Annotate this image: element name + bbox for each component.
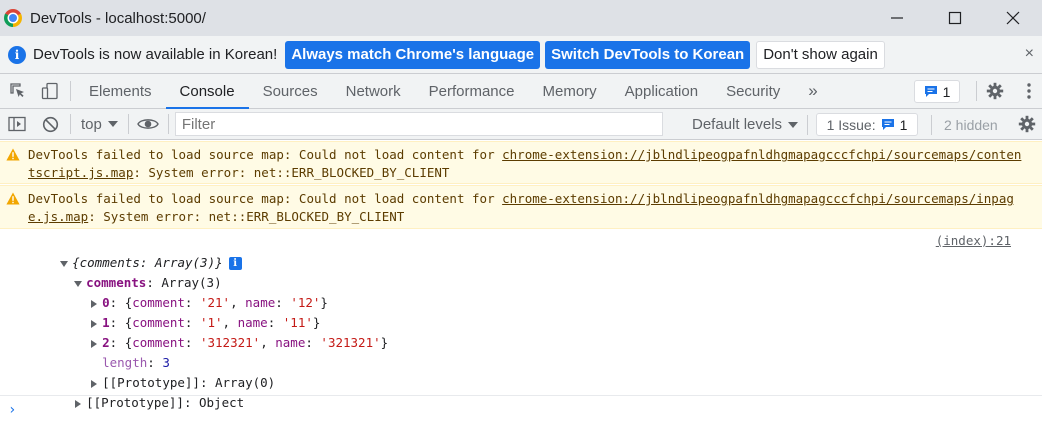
warning-text: DevTools failed to load source map: Coul… <box>28 147 503 162</box>
dropdown-arrow-icon <box>788 121 799 128</box>
dropdown-arrow-icon <box>107 121 118 127</box>
title-bar: DevTools - localhost:5000/ <box>0 0 1042 36</box>
console-toolbar: top Default levels 1 Issue: 1 2 hidden <box>0 109 1042 140</box>
eye-icon <box>137 119 160 129</box>
language-infobar: i DevTools is now available in Korean! A… <box>0 36 1042 74</box>
tab-network[interactable]: Network <box>332 74 415 108</box>
minimize-icon <box>891 17 903 19</box>
console-warning-message: DevTools failed to load source map: Coul… <box>0 141 1042 184</box>
toolbar-divider <box>167 114 169 134</box>
tab-memory[interactable]: Memory <box>529 74 611 108</box>
array-item-row[interactable]: 1: {comment: '1', name: '11'} <box>60 293 320 330</box>
maximize-icon <box>948 11 962 25</box>
console-prompt-row[interactable]: › <box>0 395 1042 423</box>
issues-counter-button[interactable]: 1 <box>914 80 960 103</box>
console-log-message: (index):21 {comments: Array(3)} i comment… <box>0 229 1042 410</box>
source-location-link[interactable]: (index):21 <box>936 233 1011 248</box>
tab-elements[interactable]: Elements <box>75 74 166 108</box>
tab-application[interactable]: Application <box>611 74 712 108</box>
array-item-row[interactable]: 0: {comment: '21', name: '12'} <box>60 273 328 310</box>
tab-console[interactable]: Console <box>165 74 249 109</box>
maximize-button[interactable] <box>926 0 984 36</box>
javascript-context-select[interactable]: top <box>74 116 125 133</box>
clear-icon <box>42 116 59 132</box>
minimize-button[interactable] <box>868 0 926 36</box>
array-item-row[interactable]: 2: {comment: '312321', name: '321321'} <box>60 313 388 350</box>
issues-label: 1 Issue: <box>826 116 876 133</box>
object-prototype-row[interactable]: [[Prototype]]: Object <box>44 373 244 410</box>
hidden-messages-count: 2 hidden <box>944 116 998 133</box>
warning-text: DevTools failed to load source map: Coul… <box>28 191 503 206</box>
comment-value: '312321' <box>199 335 261 350</box>
object-summary-row[interactable]: {comments: Array(3)} i <box>30 233 242 270</box>
infobar-message: DevTools is now available in Korean! <box>33 46 278 63</box>
dont-show-again-button[interactable]: Don't show again <box>756 40 885 69</box>
always-match-language-button[interactable]: Always match Chrome's language <box>285 40 541 69</box>
log-levels-label: Default levels <box>692 116 783 133</box>
context-value: top <box>81 115 102 133</box>
close-icon <box>1006 11 1020 25</box>
comments-property-row[interactable]: comments: Array(3) <box>44 253 222 290</box>
toolbar-divider <box>976 81 977 101</box>
info-icon: i <box>8 45 26 64</box>
device-mode-icon <box>41 82 58 100</box>
toolbar-divider <box>70 114 71 134</box>
settings-button[interactable] <box>986 82 1004 103</box>
warning-suffix: : System error: net::ERR_BLOCKED_BY_CLIE… <box>88 209 405 224</box>
kebab-menu-icon <box>1027 83 1031 99</box>
prompt-chevron-icon: › <box>8 402 17 418</box>
device-toolbar-button[interactable] <box>34 74 66 108</box>
warning-suffix: : System error: net::ERR_BLOCKED_BY_CLIE… <box>133 165 450 180</box>
inspect-element-button[interactable] <box>2 74 34 108</box>
console-warning-message: DevTools failed to load source map: Coul… <box>0 185 1042 229</box>
gear-icon <box>1018 115 1036 133</box>
clear-console-button[interactable] <box>34 109 67 140</box>
issues-count: 1 <box>942 83 951 100</box>
console-settings-button[interactable] <box>1018 115 1036 136</box>
warning-icon <box>6 148 20 161</box>
toolbar-divider <box>70 81 71 101</box>
length-property-row: length: 3 <box>102 355 170 370</box>
customize-devtools-button[interactable] <box>1026 82 1032 103</box>
tab-performance[interactable]: Performance <box>415 74 529 108</box>
show-sidebar-button[interactable] <box>0 109 34 140</box>
console-issues-count: 1 <box>899 116 908 133</box>
window-title: DevTools - localhost:5000/ <box>30 9 206 27</box>
issue-message-icon <box>881 119 894 130</box>
toolbar-divider <box>931 115 932 135</box>
devtools-tabs-bar: Elements Console Sources Network Perform… <box>0 74 1042 109</box>
toolbar-divider <box>807 115 808 135</box>
evaluated-info-icon[interactable]: i <box>228 257 242 270</box>
tab-sources[interactable]: Sources <box>249 74 332 108</box>
issue-message-icon <box>924 86 937 97</box>
gear-icon <box>986 82 1004 100</box>
name-value: '321321' <box>320 335 381 350</box>
live-expression-button[interactable] <box>132 109 165 140</box>
window-controls <box>868 0 1042 36</box>
chrome-logo-icon <box>4 9 22 27</box>
close-window-button[interactable] <box>984 0 1042 36</box>
toolbar-divider <box>127 114 129 134</box>
inspect-icon <box>10 83 24 97</box>
console-issues-button[interactable]: 1 Issue: 1 <box>816 113 918 136</box>
tab-security[interactable]: Security <box>712 74 794 108</box>
sidebar-toggle-icon <box>8 116 26 132</box>
console-filter-input[interactable] <box>174 112 663 136</box>
switch-to-korean-button[interactable]: Switch DevTools to Korean <box>545 40 751 69</box>
warning-icon <box>6 192 20 205</box>
infobar-close-icon[interactable]: × <box>1025 45 1034 63</box>
more-tabs-button[interactable]: » <box>794 74 831 108</box>
array-prototype-row[interactable]: [[Prototype]]: Array(0) <box>60 353 275 390</box>
log-levels-dropdown[interactable]: Default levels <box>692 109 799 140</box>
